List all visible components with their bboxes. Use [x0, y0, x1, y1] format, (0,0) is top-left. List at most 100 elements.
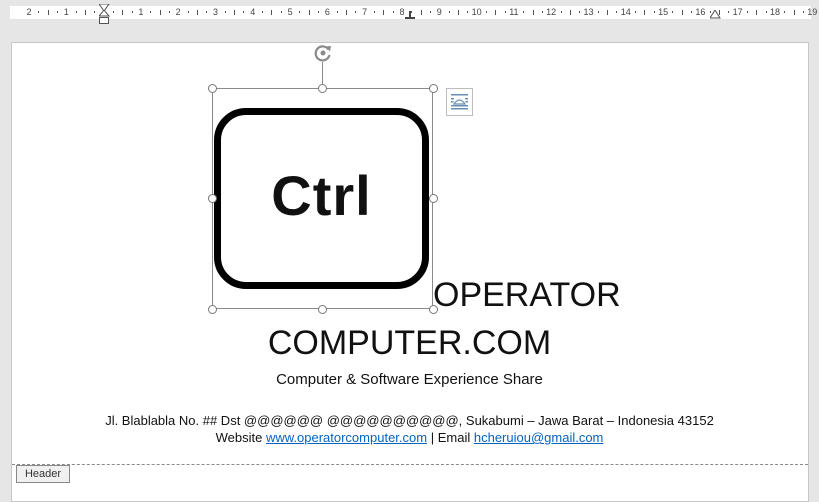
ruler-tick: [38, 11, 40, 13]
ruler-tick: [243, 11, 245, 13]
ruler-tick: [644, 10, 646, 15]
title-line-1[interactable]: OPERATOR: [433, 276, 621, 315]
ruler-tick: [47, 10, 49, 15]
ruler-tick: [523, 11, 525, 13]
ruler-tick: [346, 10, 348, 15]
ruler-number: 16: [695, 7, 706, 17]
ruler-tick: [457, 10, 459, 15]
ctrl-key-icon: Ctrl: [214, 108, 429, 289]
resize-handle-bottom[interactable]: [318, 305, 327, 314]
ruler-tick: [597, 11, 599, 13]
ruler-tick: [75, 11, 77, 13]
layout-options-icon: [451, 94, 468, 110]
ruler-tick: [765, 11, 767, 13]
ruler-tick: [336, 11, 338, 13]
ruler-tick: [131, 11, 133, 13]
contact-line[interactable]: Website www.operatorcomputer.com | Email…: [0, 430, 819, 445]
ruler-tick: [485, 11, 487, 13]
header-divider: [12, 464, 808, 465]
ruler-tick: [793, 10, 795, 15]
ruler-tick: [318, 11, 320, 13]
ruler-tick: [691, 11, 693, 13]
ruler-tick: [206, 11, 208, 13]
layout-options-button[interactable]: [446, 88, 473, 116]
ruler-tick: [84, 10, 86, 15]
ruler-number: 12: [546, 7, 557, 17]
ruler-number: 7: [362, 7, 368, 17]
ruler-tick: [495, 10, 497, 15]
ruler-number: 1: [63, 7, 69, 17]
ruler-tick: [187, 11, 189, 13]
tagline[interactable]: Computer & Software Experience Share: [0, 371, 819, 388]
ruler-number: 4: [250, 7, 256, 17]
ruler-tick: [150, 11, 152, 13]
ruler-number: 17: [732, 7, 743, 17]
ruler-tick: [756, 10, 758, 15]
hanging-indent-marker[interactable]: [99, 10, 110, 25]
ruler-tick: [541, 11, 543, 13]
ruler-tick: [299, 11, 301, 13]
ruler-number: 1: [138, 7, 144, 17]
ruler-tick: [784, 11, 786, 13]
ruler-tick: [635, 11, 637, 13]
ruler-tick: [672, 11, 674, 13]
website-label: Website: [215, 430, 263, 445]
ruler-tick: [355, 11, 357, 13]
ruler-number: 10: [471, 7, 482, 17]
ruler-number: 19: [807, 7, 818, 17]
rotate-handle-icon[interactable]: [312, 42, 334, 64]
title-line-2[interactable]: COMPUTER.COM: [0, 324, 819, 363]
ruler-tick: [532, 10, 534, 15]
ruler-tick: [308, 10, 310, 15]
horizontal-ruler[interactable]: 2 1 1 2 3 4 5 6 7 8 9 10 11 12 13 14 15 16 17 18 19: [0, 0, 819, 24]
resize-handle-bottom-left[interactable]: [208, 305, 217, 314]
ruler-tick: [262, 11, 264, 13]
resize-handle-right[interactable]: [429, 194, 438, 203]
ruler-tick: [94, 11, 96, 13]
ruler-number: 5: [287, 7, 293, 17]
resize-handle-left[interactable]: [208, 194, 217, 203]
ruler-tick: [579, 11, 581, 13]
resize-handle-top-right[interactable]: [429, 84, 438, 93]
header-tab[interactable]: Header: [16, 465, 70, 483]
ruler-tick: [560, 11, 562, 13]
right-indent-marker[interactable]: [710, 10, 721, 20]
ruler-tick: [569, 10, 571, 15]
ctrl-key-label: Ctrl: [271, 164, 372, 227]
ruler-number: 9: [436, 7, 442, 17]
ruler-number: 3: [212, 7, 219, 17]
ruler-tick: [280, 11, 282, 13]
ruler-tick: [420, 10, 422, 15]
ruler-tick: [392, 11, 394, 13]
ctrl-key-picture[interactable]: Ctrl: [212, 88, 433, 309]
resize-handle-top-left[interactable]: [208, 84, 217, 93]
ruler-tick: [467, 11, 469, 13]
resize-handle-top[interactable]: [318, 84, 327, 93]
ruler-tick: [56, 11, 58, 13]
ruler-tick: [728, 11, 730, 13]
address-line[interactable]: Jl. Blablabla No. ## Dst @@@@@@ @@@@@@@@…: [0, 413, 819, 428]
ruler-tick: [112, 11, 114, 13]
ruler-tick: [383, 10, 385, 15]
ruler-number: 2: [26, 7, 32, 17]
ruler-tick: [504, 11, 506, 13]
ruler-tick: [653, 11, 655, 13]
email-link[interactable]: hcheruiou@gmail.com: [474, 430, 604, 445]
ruler-number: 6: [324, 7, 330, 17]
ruler-tick: [122, 10, 124, 15]
ruler-tick: [374, 11, 376, 13]
center-tab-stop[interactable]: [405, 11, 415, 20]
ruler-number: 11: [509, 7, 519, 17]
ruler-tick: [616, 11, 618, 13]
ruler-number: 2: [175, 7, 181, 17]
ruler-tick: [747, 11, 749, 13]
contact-separator: |: [430, 430, 435, 445]
ruler-tick: [224, 11, 226, 13]
ruler-tick: [234, 10, 236, 15]
ruler-tick: [168, 11, 170, 13]
ruler-tick: [681, 10, 683, 15]
ruler-tick: [607, 10, 609, 15]
ruler-tick: [802, 11, 804, 13]
website-link[interactable]: www.operatorcomputer.com: [266, 430, 427, 445]
ruler-tick: [448, 11, 450, 13]
